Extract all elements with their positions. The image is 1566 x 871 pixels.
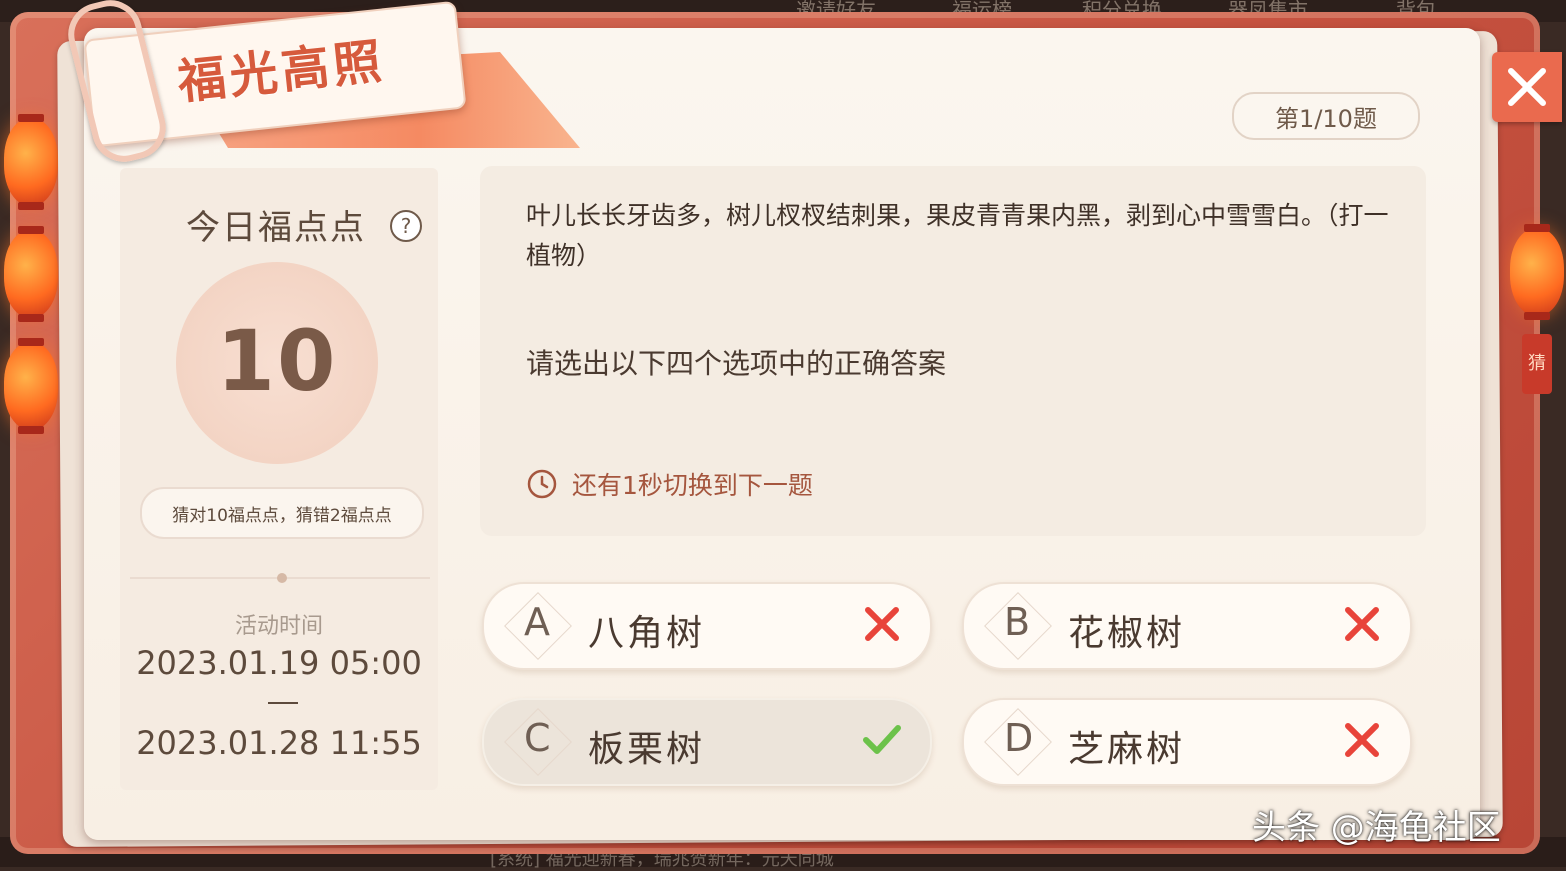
clock-icon — [527, 469, 557, 499]
time-separator — [268, 702, 298, 704]
question-counter: 第1/10题 — [1232, 92, 1420, 140]
option-a-button[interactable]: A 八角树 — [482, 582, 932, 670]
lantern-icon — [4, 338, 58, 434]
close-button[interactable] — [1492, 52, 1562, 122]
question-counter-label: 第1/10题 — [1275, 104, 1377, 133]
lantern-icon — [4, 226, 58, 322]
event-start-time: 2023.01.19 05:00 — [136, 644, 422, 682]
cross-icon — [1345, 607, 1379, 641]
points-value: 10 — [216, 312, 338, 410]
countdown: 还有1秒切换到下一题 — [526, 466, 813, 502]
option-label: 芝麻树 — [1068, 729, 1186, 770]
points-title: 今日福点点 — [186, 208, 366, 248]
watermark: 头条 @海龟社区 — [1252, 808, 1501, 848]
cross-icon — [865, 607, 899, 641]
option-d-button[interactable]: D 芝麻树 — [962, 698, 1412, 786]
lantern-icon — [1510, 224, 1564, 320]
option-letter: B — [1004, 600, 1031, 644]
option-b-button[interactable]: B 花椒树 — [962, 582, 1412, 670]
check-icon — [863, 725, 901, 754]
divider-dot — [277, 573, 287, 583]
option-label: 板栗树 — [588, 729, 706, 770]
scoring-rule-text: 猜对10福点点，猜错2福点点 — [172, 505, 392, 526]
option-c-button[interactable]: C 板栗树 — [482, 698, 932, 786]
option-letter: D — [1004, 716, 1034, 760]
side-tag-label: 猜 — [1528, 353, 1546, 374]
option-letter: A — [524, 600, 550, 644]
close-icon — [1508, 68, 1546, 106]
event-end-time: 2023.01.28 11:55 — [136, 724, 422, 762]
help-icon[interactable]: ? — [390, 210, 422, 242]
riddle-text: 叶儿长长牙齿多，树儿杈杈结刺果，果皮青青果内黑，剥到心中雪雪白。（打一植物） — [526, 201, 1389, 270]
scoring-rule: 猜对10福点点，猜错2福点点 — [140, 487, 424, 539]
question-instruction: 请选出以下四个选项中的正确答案 — [526, 347, 947, 380]
option-label: 八角树 — [588, 613, 706, 654]
event-time-label: 活动时间 — [234, 614, 323, 639]
option-letter: C — [524, 716, 551, 760]
lantern-icon — [4, 114, 58, 210]
side-tag[interactable]: 猜 — [1522, 334, 1552, 394]
cross-icon — [1345, 723, 1379, 757]
countdown-text: 还有1秒切换到下一题 — [572, 471, 813, 500]
option-label: 花椒树 — [1068, 613, 1186, 654]
